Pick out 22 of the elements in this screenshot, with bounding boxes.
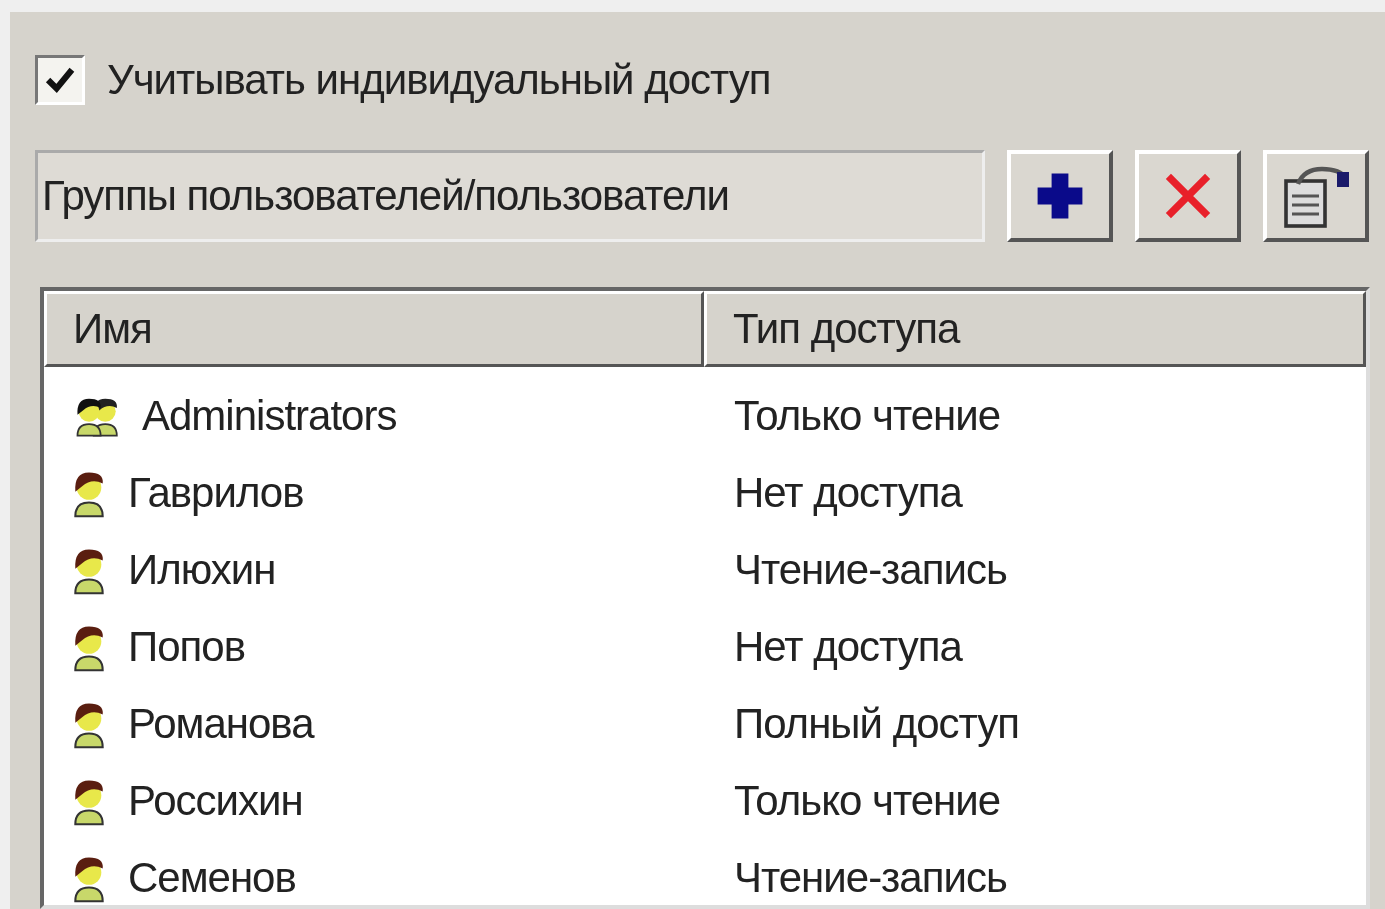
access-cell-text: Только чтение: [733, 776, 1002, 825]
access-cell-text: Чтение-запись: [733, 853, 1008, 902]
name-cell: Попов: [128, 622, 245, 671]
column-header[interactable]: Тип доступа: [704, 291, 1366, 367]
properties-button[interactable]: [1263, 150, 1369, 242]
access-cell-text: Нет доступа: [733, 468, 964, 517]
name-cell: Россихин: [128, 776, 303, 825]
access-cell-text: Нет доступа: [733, 622, 964, 671]
group-field[interactable]: Группы пользователей/пользователи: [35, 150, 985, 242]
name-cell: Гаврилов: [128, 468, 304, 517]
name-cell: Administrators: [142, 391, 397, 440]
access-cell-text: Чтение-запись: [733, 545, 1008, 594]
add-button[interactable]: [1007, 150, 1113, 242]
name-cell: Романова: [128, 699, 314, 748]
name-cell: Семенов: [128, 853, 296, 902]
checkbox-label: Учитывать индивидуальный доступ: [107, 56, 771, 104]
delete-button[interactable]: [1135, 150, 1241, 242]
name-cell: Илюхин: [128, 545, 276, 594]
checkbox[interactable]: [35, 55, 85, 105]
column-header[interactable]: Имя: [44, 291, 704, 367]
access-cell-text: Полный доступ: [733, 699, 1020, 748]
access-cell-text: Только чтение: [733, 391, 1002, 440]
